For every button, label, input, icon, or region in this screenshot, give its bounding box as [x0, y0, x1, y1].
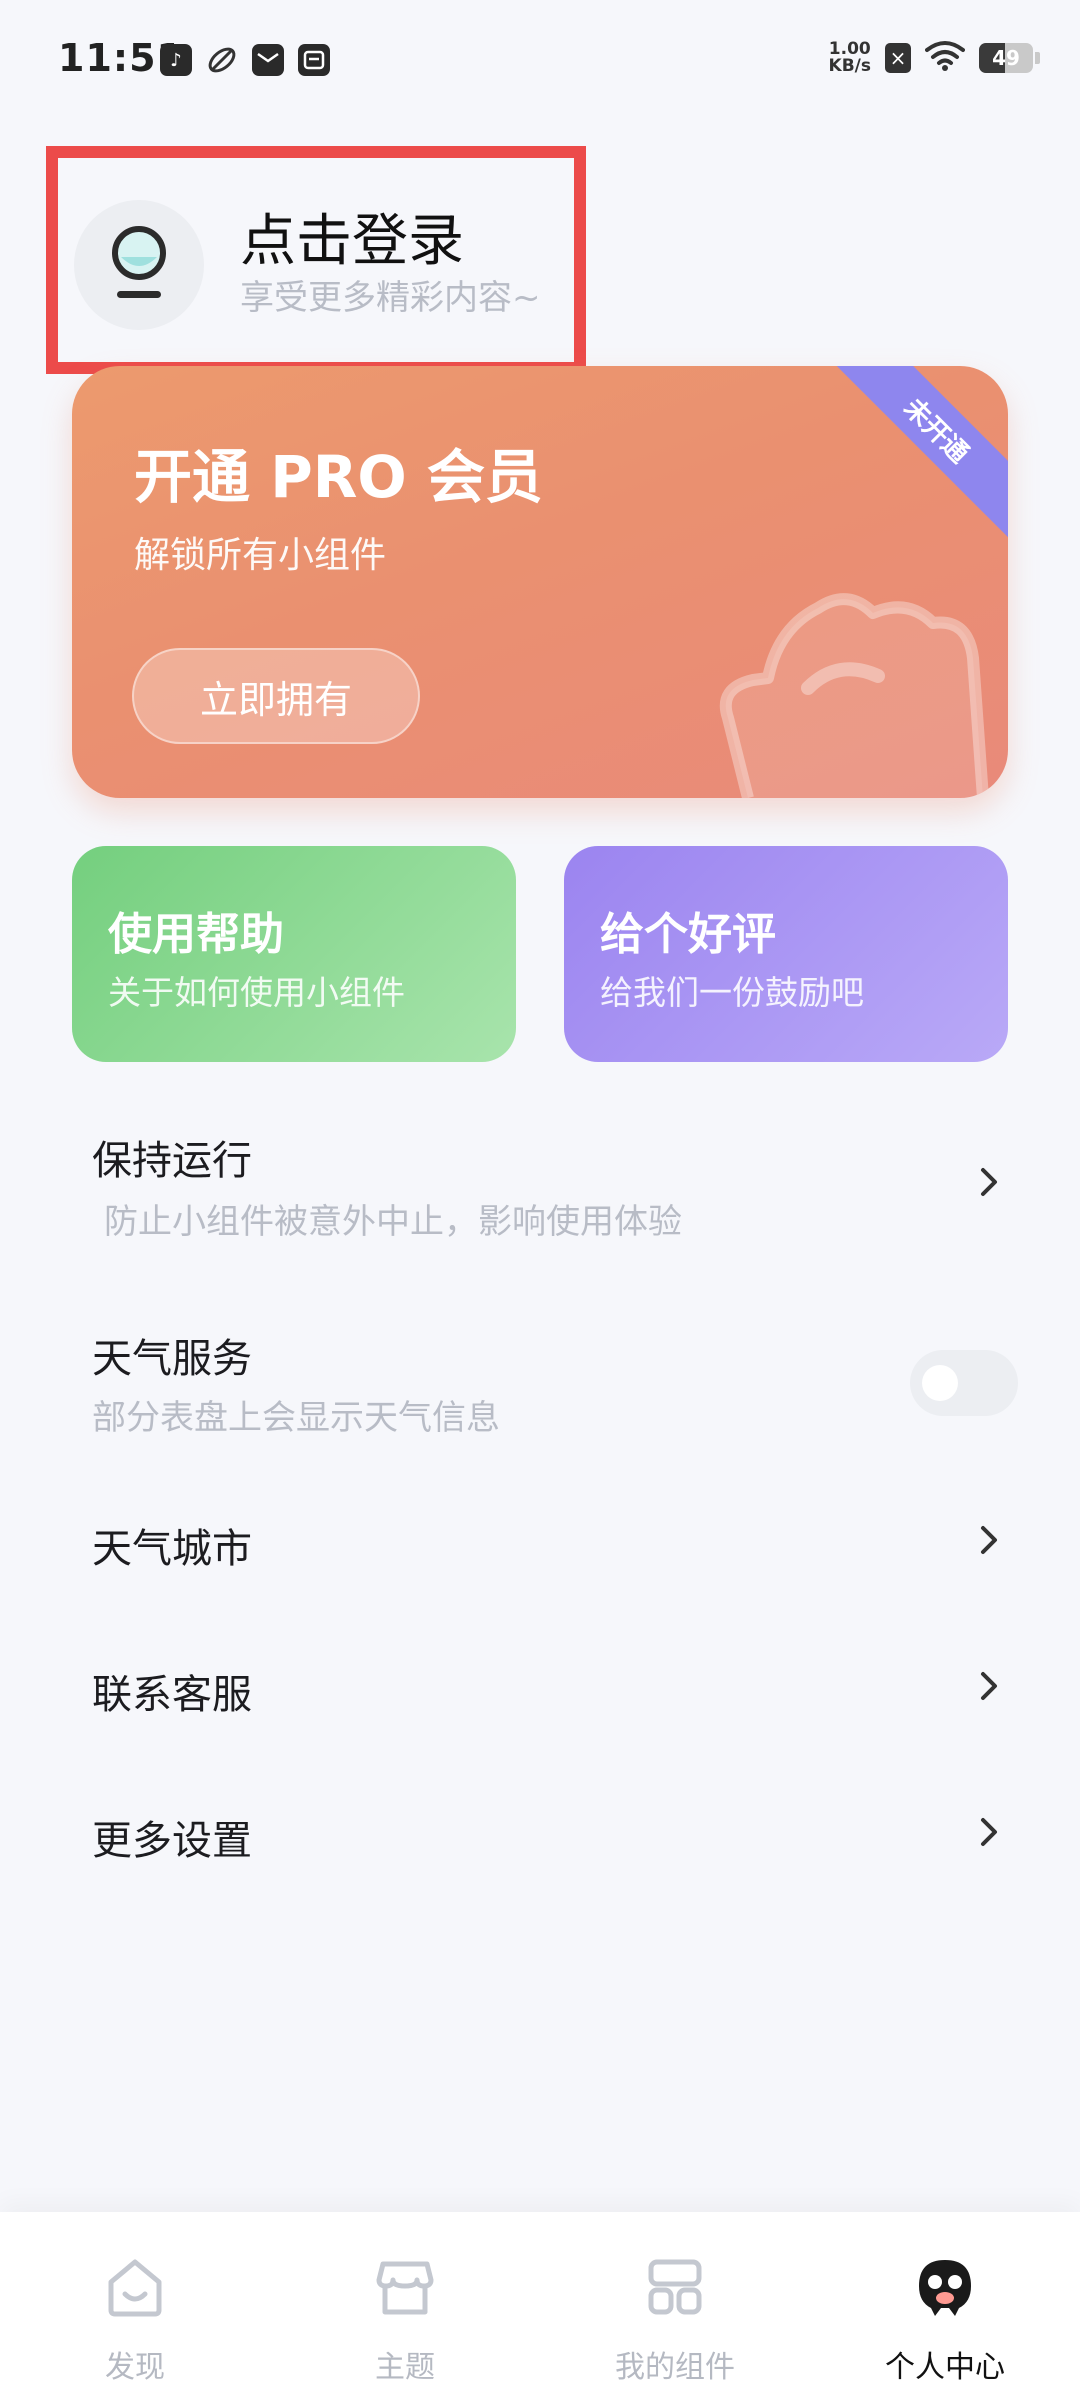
- setting-weather-service[interactable]: 天气服务 部分表盘上会显示天气信息: [0, 1310, 1080, 1450]
- battery-icon: 49: [979, 43, 1033, 73]
- help-card[interactable]: 使用帮助 关于如何使用小组件: [72, 846, 516, 1062]
- setting-title: 天气服务: [92, 1336, 252, 1382]
- chevron-right-icon: [981, 1168, 997, 1196]
- login-subtitle: 享受更多精彩内容~: [240, 278, 541, 318]
- weather-service-toggle[interactable]: [910, 1350, 1018, 1416]
- toggle-knob: [922, 1365, 958, 1401]
- net-speed-unit: KB/s: [828, 56, 871, 76]
- setting-weather-city[interactable]: 天气城市: [0, 1490, 1080, 1590]
- setting-keep-running[interactable]: 保持运行 防止小组件被意外中止，影响使用体验: [0, 1110, 1080, 1260]
- login-title[interactable]: 点击登录: [240, 196, 464, 277]
- profile-mascot-icon: [919, 2260, 971, 2316]
- nav-discover[interactable]: 发现: [0, 2212, 270, 2408]
- setting-subtitle: 防止小组件被意外中止，影响使用体验: [104, 1202, 682, 1242]
- setting-title: 联系客服: [92, 1672, 252, 1718]
- avatar-icon: [112, 226, 166, 298]
- nav-label: 主题: [375, 2350, 435, 2385]
- setting-title: 保持运行: [92, 1138, 252, 1184]
- pro-card-subtitle: 解锁所有小组件: [134, 535, 387, 576]
- pro-membership-card[interactable]: 开通 PRO 会员 解锁所有小组件 立即拥有 未开通: [72, 366, 1008, 798]
- chevron-right-icon: [981, 1526, 997, 1554]
- avatar[interactable]: [74, 200, 204, 330]
- chevron-right-icon: [981, 1818, 997, 1846]
- pro-status-ribbon: 未开通: [826, 366, 1008, 541]
- battery-level: 49: [992, 46, 1020, 70]
- mascot-decoration-icon: [719, 593, 989, 798]
- status-bar: 11:51 ♪ 1.00 KB/s × 49: [0, 0, 1080, 130]
- nav-my-widgets[interactable]: 我的组件: [540, 2212, 810, 2408]
- wifi-icon: [925, 40, 965, 76]
- tiktok-icon: ♪: [160, 44, 192, 76]
- setting-contact-support[interactable]: 联系客服: [0, 1636, 1080, 1736]
- nav-label: 我的组件: [615, 2350, 735, 2385]
- review-card[interactable]: 给个好评 给我们一份鼓励吧: [564, 846, 1008, 1062]
- review-card-title: 给个好评: [600, 909, 776, 960]
- help-card-subtitle: 关于如何使用小组件: [108, 973, 405, 1012]
- setting-title: 更多设置: [92, 1818, 252, 1864]
- nav-profile[interactable]: 个人中心: [810, 2212, 1080, 2408]
- bottom-nav: 发现 主题 我的组件 个人中心: [0, 2212, 1080, 2408]
- setting-subtitle: 部分表盘上会显示天气信息: [92, 1398, 500, 1438]
- status-system-icons: 1.00 KB/s × 49: [829, 40, 1040, 76]
- setting-title: 天气城市: [92, 1526, 252, 1572]
- sim-x-icon: ×: [885, 43, 911, 73]
- pro-card-title: 开通 PRO 会员: [134, 443, 543, 511]
- help-card-title: 使用帮助: [108, 909, 284, 960]
- nav-label: 发现: [105, 2350, 165, 2385]
- nav-label: 个人中心: [885, 2350, 1005, 2385]
- leaf-icon: [206, 44, 238, 76]
- login-header[interactable]: 点击登录 享受更多精彩内容~: [46, 146, 586, 374]
- review-card-subtitle: 给我们一份鼓励吧: [600, 973, 864, 1012]
- store-icon: [376, 2261, 434, 2315]
- widgets-grid-icon: [648, 2259, 702, 2315]
- net-speed: 1.00 KB/s: [829, 41, 871, 75]
- inbox-icon: [298, 44, 330, 76]
- battery-tip: [1035, 52, 1040, 64]
- get-pro-button[interactable]: 立即拥有: [132, 648, 420, 744]
- chevron-right-icon: [981, 1672, 997, 1700]
- home-smile-icon: [108, 2259, 162, 2317]
- status-notification-icons: ♪: [160, 44, 330, 76]
- setting-more-settings[interactable]: 更多设置: [0, 1782, 1080, 1882]
- nav-themes[interactable]: 主题: [270, 2212, 540, 2408]
- mail-icon: [252, 44, 284, 76]
